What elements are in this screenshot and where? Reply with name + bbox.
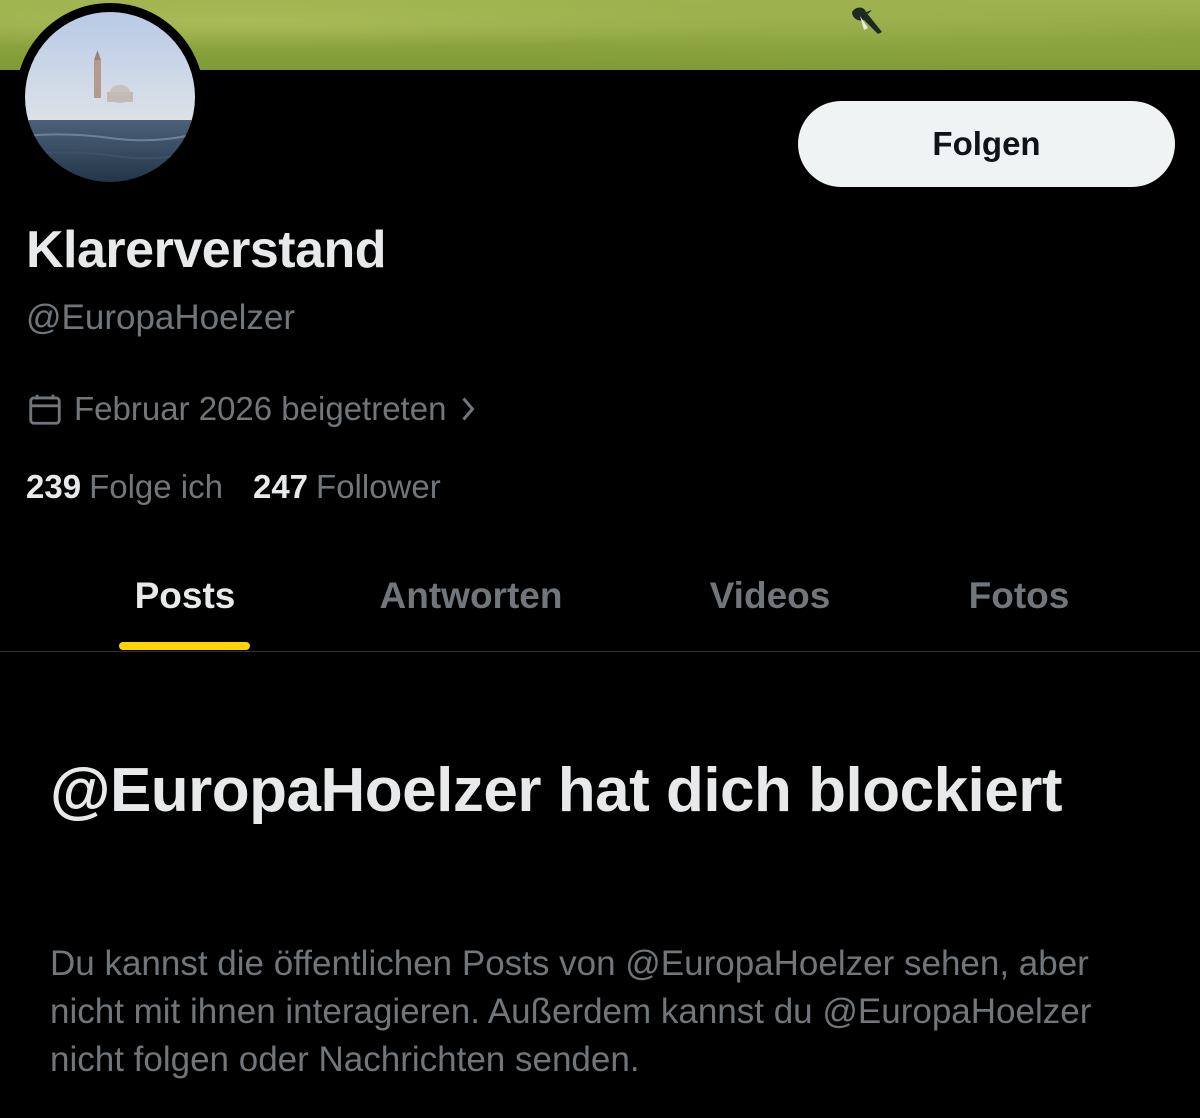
blocked-title: @EuropaHoelzer hat dich blockiert (50, 756, 1063, 825)
follow-button[interactable]: Folgen (798, 101, 1175, 187)
following-label: Folge ich (89, 468, 223, 505)
profile-page: Folgen Klarerverstand @EuropaHoelzer Feb… (0, 0, 1200, 1118)
joined-date-text: Februar 2026 beigetreten (74, 390, 447, 427)
tab-videos[interactable]: Videos (690, 540, 850, 651)
avatar-image (25, 12, 195, 182)
bird-in-banner (852, 7, 882, 34)
following-stat[interactable]: 239 Folge ich (26, 468, 223, 506)
following-count: 239 (26, 468, 82, 505)
tab-antworten[interactable]: Antworten (360, 540, 582, 651)
chevron-right-icon (456, 394, 480, 424)
joined-date-row[interactable]: Februar 2026 beigetreten (26, 390, 480, 428)
followers-count: 247 (252, 468, 309, 505)
calendar-icon (26, 390, 64, 428)
tab-posts[interactable]: Posts (115, 540, 255, 651)
followers-stat[interactable]: 247 Follower (253, 468, 441, 506)
tab-fotos[interactable]: Fotos (950, 540, 1088, 651)
active-tab-indicator (119, 642, 250, 650)
profile-tabs: Posts Antworten Videos Fotos (0, 540, 1200, 652)
profile-avatar[interactable] (16, 3, 204, 191)
profile-display-name: Klarerverstand (26, 221, 387, 279)
followers-label: Follower (316, 468, 441, 505)
blocked-description: Du kannst die öffentlichen Posts von @Eu… (50, 944, 1092, 1079)
follow-stats: 239 Folge ich 247 Follower (26, 468, 441, 506)
profile-handle: @EuropaHoelzer (26, 298, 295, 337)
